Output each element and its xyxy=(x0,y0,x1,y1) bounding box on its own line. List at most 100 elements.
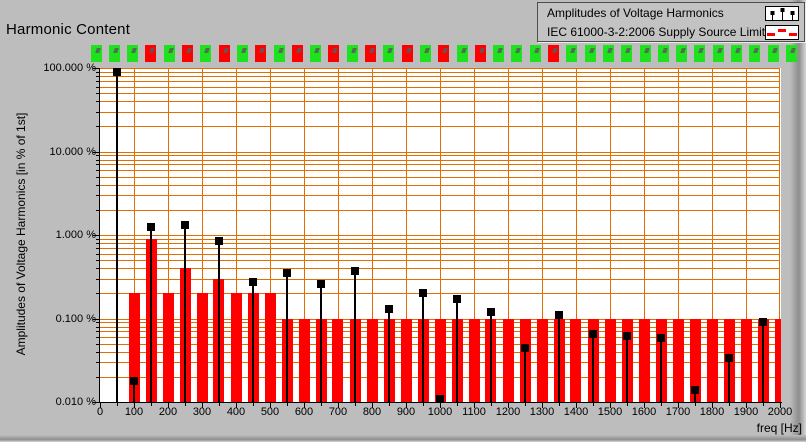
y-axis-title: Amplitudes of Voltage Harmonics [in % of… xyxy=(14,113,28,356)
page-title: Harmonic Content xyxy=(6,21,130,38)
window-edge-shading-right xyxy=(790,0,806,442)
harmonic-indicator xyxy=(237,45,248,62)
harmonic-stem xyxy=(456,299,458,402)
limit-bar xyxy=(503,319,514,402)
x-axis-tick-label: 2000 xyxy=(758,406,802,418)
harmonic-stem xyxy=(558,315,560,402)
limit-bar xyxy=(401,319,412,402)
harmonic-stem xyxy=(184,225,186,402)
harmonic-stem xyxy=(218,241,220,402)
limit-bar xyxy=(231,293,242,402)
harmonic-stem xyxy=(592,334,594,402)
harmonic-indicator xyxy=(164,45,175,62)
harmonic-indicator xyxy=(676,45,687,62)
harmonic-stem xyxy=(116,68,118,402)
gridline-horizontal xyxy=(100,152,780,153)
limit-bar xyxy=(163,293,174,402)
gridline-horizontal xyxy=(100,248,780,249)
harmonic-stem xyxy=(286,273,288,402)
harmonic-marker xyxy=(759,318,767,326)
harmonic-indicator xyxy=(420,45,431,62)
harmonic-indicator xyxy=(749,45,760,62)
harmonic-stem xyxy=(150,227,152,402)
harmonic-indicator xyxy=(603,45,614,62)
harmonic-indicator xyxy=(658,45,669,62)
gridline-horizontal xyxy=(100,160,780,161)
limit-bar xyxy=(673,319,684,402)
harmonic-indicator xyxy=(109,45,120,62)
harmonic-indicator xyxy=(383,45,394,62)
harmonic-stem xyxy=(490,312,492,402)
harmonic-stem xyxy=(388,309,390,402)
gridline-horizontal xyxy=(100,101,780,102)
gridline-horizontal xyxy=(100,126,780,127)
gridline-horizontal xyxy=(100,93,780,94)
gridline-horizontal xyxy=(100,268,780,269)
x-axis-line xyxy=(99,402,782,403)
plot-area[interactable] xyxy=(100,68,781,402)
gridline-horizontal xyxy=(100,72,780,73)
harmonic-marker xyxy=(521,344,529,352)
harmonic-indicator xyxy=(786,45,797,62)
harmonic-indicator xyxy=(493,45,504,62)
harmonic-marker xyxy=(181,221,189,229)
harmonic-indicator xyxy=(585,45,596,62)
harmonic-marker xyxy=(691,386,699,394)
limit-bar xyxy=(775,319,781,402)
harmonic-indicator xyxy=(347,45,358,62)
gridline-horizontal xyxy=(100,177,780,178)
harmonic-marker xyxy=(317,280,325,288)
harmonic-stem xyxy=(354,271,356,402)
limit-bar xyxy=(299,319,310,402)
harmonic-marker xyxy=(351,267,359,275)
limit-bar xyxy=(639,319,650,402)
legend-item-amplitudes[interactable]: Amplitudes of Voltage Harmonics xyxy=(538,4,804,22)
harmonic-stem xyxy=(626,336,628,402)
harmonic-stem xyxy=(762,322,764,402)
limit-bar xyxy=(332,319,343,402)
y-axis-tick-label: 0.010 % xyxy=(0,396,96,408)
harmonic-indicator xyxy=(200,45,211,62)
harmonic-marker xyxy=(589,330,597,338)
harmonic-stem xyxy=(422,293,424,402)
harmonic-indicator xyxy=(145,45,156,62)
harmonic-marker xyxy=(130,377,138,385)
legend-label: Amplitudes of Voltage Harmonics xyxy=(547,6,724,20)
harmonic-marker xyxy=(623,332,631,340)
plot-legend: Amplitudes of Voltage Harmonics IEC 6100… xyxy=(537,2,805,42)
stem-marker-legend-icon[interactable] xyxy=(765,6,799,21)
harmonic-marker xyxy=(725,354,733,362)
limit-bar xyxy=(469,319,480,402)
harmonic-indicator xyxy=(91,45,102,62)
harmonic-content-window: { "chart_data": { "type": "combo", "titl… xyxy=(0,0,806,442)
harmonic-indicator xyxy=(219,45,230,62)
limit-bar xyxy=(435,319,446,402)
harmonic-indicator xyxy=(530,45,541,62)
harmonic-marker xyxy=(113,68,121,76)
harmonic-indicator xyxy=(182,45,193,62)
gridline-horizontal xyxy=(100,260,780,261)
harmonic-indicator xyxy=(768,45,779,62)
gridline-horizontal xyxy=(100,170,780,171)
harmonic-indicator xyxy=(292,45,303,62)
harmonic-indicator xyxy=(548,45,559,62)
legend-label: IEC 61000-3-2:2006 Supply Source Limits xyxy=(547,25,771,39)
harmonic-marker xyxy=(555,311,563,319)
gridline-horizontal xyxy=(100,279,780,280)
harmonic-indicator xyxy=(640,45,651,62)
legend-item-iec-limits[interactable]: IEC 61000-3-2:2006 Supply Source Limits xyxy=(538,23,804,41)
harmonic-marker xyxy=(283,269,291,277)
y-axis-tick-label: 100.000 % xyxy=(0,62,96,74)
y-axis-line xyxy=(99,68,100,403)
harmonic-indicator xyxy=(328,45,339,62)
limit-bar-legend-icon[interactable] xyxy=(765,25,799,40)
harmonic-marker xyxy=(249,278,257,286)
harmonic-indicator xyxy=(127,45,138,62)
gridline-horizontal xyxy=(100,155,780,156)
gridline-horizontal xyxy=(100,68,780,69)
limit-bar xyxy=(741,319,752,402)
gridline-horizontal xyxy=(100,112,780,113)
window-edge-shading-bottom xyxy=(0,435,806,442)
harmonic-indicator xyxy=(475,45,486,62)
harmonic-marker xyxy=(657,334,665,342)
